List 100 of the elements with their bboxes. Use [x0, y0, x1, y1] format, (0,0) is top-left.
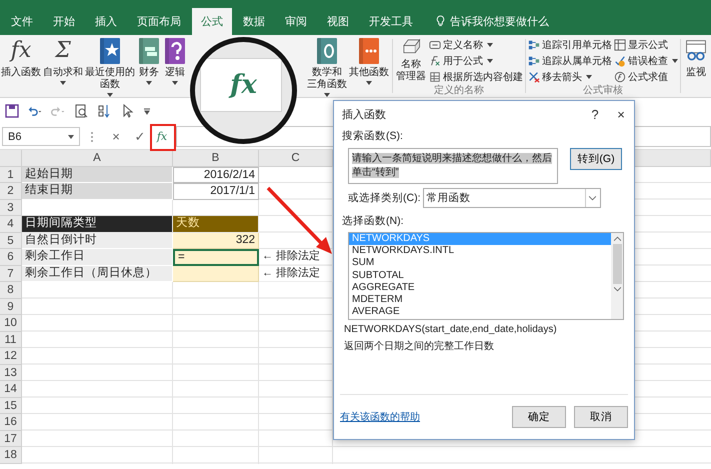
- ribbon-tab[interactable]: 开发工具: [360, 8, 422, 35]
- function-list-item[interactable]: AVERAGE: [349, 306, 611, 318]
- ribbon-button[interactable]: fx 插入函数: [0, 37, 42, 97]
- caret-icon: [487, 58, 493, 62]
- ribbon-tab[interactable]: 数据: [234, 8, 274, 35]
- cancel-button[interactable]: 取消: [574, 406, 628, 428]
- table-cell: =: [173, 249, 259, 266]
- ribbon-tab[interactable]: 视图: [318, 8, 358, 35]
- function-list-item[interactable]: MDETERM: [349, 294, 611, 306]
- nodes-icon: [528, 38, 540, 50]
- name-manager-button[interactable]: 名称 管理器: [395, 37, 427, 84]
- ribbon-button[interactable]: 财务: [136, 37, 162, 97]
- ribbon-tab[interactable]: 公式: [192, 8, 232, 35]
- save-icon[interactable]: [5, 104, 19, 118]
- row-header[interactable]: 8: [0, 282, 22, 298]
- column-header[interactable]: A: [22, 150, 173, 166]
- watch-window-button[interactable]: 监视: [683, 37, 709, 97]
- ribbon-button[interactable]: 逻辑: [162, 37, 188, 97]
- caret-icon: [366, 81, 372, 85]
- customize-icon[interactable]: [143, 107, 151, 115]
- nodes-icon: [528, 54, 540, 66]
- ribbon-small-button[interactable]: 错误检查: [614, 53, 678, 68]
- ribbon-tab[interactable]: 开始: [44, 8, 84, 35]
- row-header[interactable]: 10: [0, 315, 22, 332]
- stack-book-icon: [137, 37, 161, 65]
- highlight-frame: [150, 124, 176, 151]
- tell-me-search[interactable]: 告诉我你想要做什么: [436, 8, 549, 35]
- table-cell: 剩余工作日: [22, 249, 173, 266]
- row-header[interactable]: 7: [0, 266, 22, 282]
- row-header[interactable]: 17: [0, 430, 22, 447]
- row-header[interactable]: 6: [0, 249, 22, 266]
- ribbon-button[interactable]: 最近使用的 函数: [84, 37, 136, 97]
- column-header[interactable]: C: [259, 150, 333, 166]
- ribbon-button[interactable]: 数学和 三角函数: [306, 37, 348, 97]
- go-button[interactable]: 转到(G): [570, 148, 622, 170]
- row-header[interactable]: 18: [0, 447, 22, 464]
- ribbon-tab[interactable]: 插入: [86, 8, 126, 35]
- cancel-button[interactable]: ×: [104, 129, 128, 144]
- caret-icon: [487, 42, 493, 46]
- table-cell: 天数: [173, 216, 259, 232]
- row-header[interactable]: 3: [0, 200, 22, 216]
- row-header[interactable]: 9: [0, 298, 22, 315]
- ribbon-tab[interactable]: 页面布局: [128, 8, 190, 35]
- remove-arrows-icon: [528, 70, 540, 82]
- row-header[interactable]: 12: [0, 348, 22, 364]
- ribbon-small-button[interactable]: 根据所选内容创建: [429, 69, 523, 84]
- row-header[interactable]: 11: [0, 332, 22, 348]
- function-list-item[interactable]: SUBTOTAL: [349, 270, 611, 282]
- column-header[interactable]: B: [173, 150, 259, 166]
- undo-icon[interactable]: [28, 104, 42, 118]
- table-cell: 2016/2/14: [173, 166, 259, 183]
- scrollbar[interactable]: [611, 233, 623, 319]
- ok-button[interactable]: 确定: [512, 406, 566, 428]
- row-header[interactable]: 15: [0, 398, 22, 414]
- insert-function-button[interactable]: fx: [152, 130, 172, 143]
- caret-icon: [672, 58, 678, 62]
- help-link[interactable]: 有关该函数的帮助: [340, 410, 504, 424]
- row-header[interactable]: 14: [0, 381, 22, 398]
- table-cell: 322: [173, 232, 259, 249]
- ribbon-button[interactable]: 其他函数: [348, 37, 390, 97]
- search-field[interactable]: 请输入一条简短说明来描述您想做什么，然后单击“转到”: [348, 148, 558, 184]
- circle-icon: [614, 70, 626, 82]
- table-icon: [614, 38, 626, 50]
- tag-icon: [429, 38, 441, 50]
- sort-icon[interactable]: [97, 104, 111, 118]
- ribbon-button[interactable]: Σ 自动求和: [42, 37, 84, 97]
- enter-button[interactable]: ✓: [128, 129, 152, 144]
- table-cell: 自然日倒计时: [22, 232, 173, 249]
- help-button[interactable]: ?: [582, 106, 608, 122]
- close-button[interactable]: ×: [608, 106, 634, 122]
- grip-icon: [90, 130, 94, 144]
- ribbon-small-button[interactable]: 定义名称: [429, 37, 523, 52]
- ribbon-small-button[interactable]: 用于公式: [429, 53, 523, 68]
- category-label: 或选择类别(C):: [348, 191, 420, 205]
- row-header[interactable]: 13: [0, 364, 22, 381]
- ribbon-small-button[interactable]: 公式求值: [614, 69, 678, 84]
- print-preview-icon[interactable]: [74, 104, 88, 118]
- category-dropdown[interactable]: 常用函数: [422, 188, 600, 208]
- ribbon-small-button[interactable]: 追踪引用单元格: [528, 37, 612, 52]
- row-header[interactable]: 16: [0, 414, 22, 430]
- row-header[interactable]: 4: [0, 216, 22, 232]
- ribbon-small-button[interactable]: 显示公式: [614, 37, 678, 52]
- function-list-item[interactable]: SUM: [349, 257, 611, 270]
- table-cell: 剩余工作日（周日休息）: [22, 266, 173, 282]
- table-cell: 日期间隔类型: [22, 216, 173, 232]
- ribbon-small-button[interactable]: 追踪从属单元格: [528, 53, 612, 68]
- ribbon-small-button[interactable]: 移去箭头: [528, 69, 612, 84]
- row-header[interactable]: 5: [0, 232, 22, 249]
- row-header[interactable]: 1: [0, 166, 22, 183]
- ribbon-tab[interactable]: 审阅: [276, 8, 316, 35]
- zoomed-fx-label: fx: [230, 70, 257, 100]
- scroll-down-icon: [614, 287, 620, 292]
- group-label: 定义的名称: [434, 85, 484, 96]
- row-header[interactable]: 2: [0, 183, 22, 200]
- search-label: 搜索函数(S):: [342, 129, 404, 143]
- group-label: 公式审核: [583, 85, 623, 96]
- ribbon-tab[interactable]: 文件: [2, 8, 42, 35]
- function-list-item[interactable]: NETWORKDAYS.INTL: [349, 245, 611, 258]
- name-box[interactable]: B6: [2, 127, 80, 146]
- function-list-item[interactable]: AGGREGATE: [349, 282, 611, 294]
